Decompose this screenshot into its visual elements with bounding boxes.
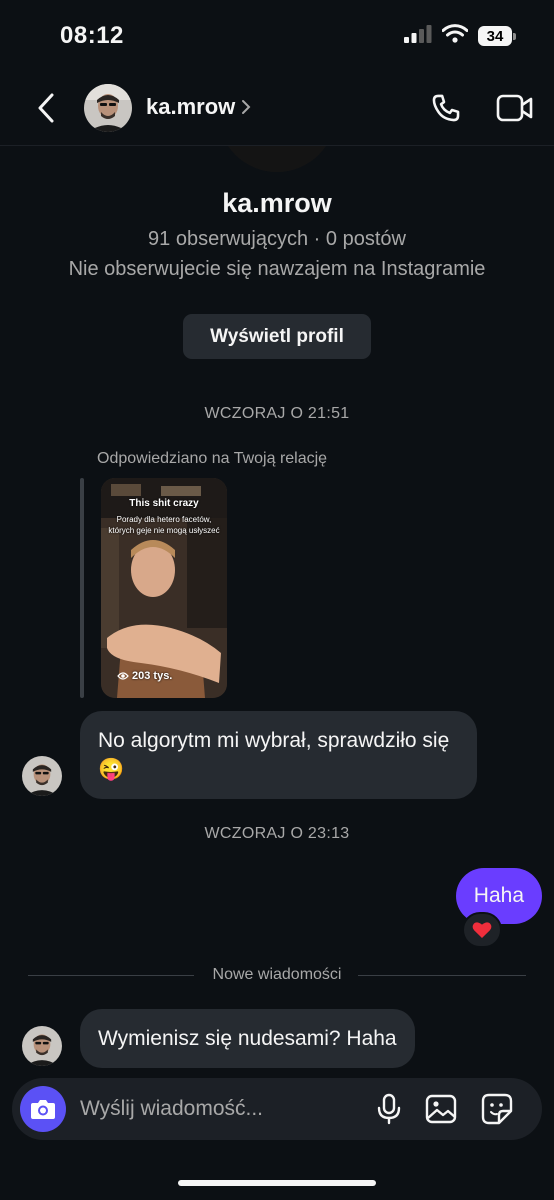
gallery-button[interactable] <box>424 1092 458 1126</box>
message-input[interactable] <box>80 1093 360 1125</box>
header-username-link[interactable]: ka.mrow <box>146 94 251 120</box>
status-time: 08:12 <box>60 22 124 49</box>
story-views: 203 tys. <box>117 670 172 682</box>
header-avatar[interactable] <box>84 84 132 132</box>
cellular-signal-icon <box>404 24 432 48</box>
story-subcaption: Porady dla hetero facetów, których geje … <box>108 515 220 535</box>
eye-icon <box>117 672 129 680</box>
battery-level: 34 <box>478 26 512 46</box>
heart-icon <box>472 922 492 938</box>
sender-avatar[interactable] <box>22 756 62 796</box>
chat-header: ka.mrow <box>0 72 554 146</box>
voice-message-button[interactable] <box>372 1092 406 1126</box>
timestamp-separator: WCZORAJ O 23:13 <box>204 825 350 842</box>
story-reply-note: Odpowiedziano na Twoją relację <box>97 450 328 467</box>
wifi-icon <box>441 24 469 48</box>
phone-icon <box>432 94 460 122</box>
home-indicator <box>178 1180 376 1186</box>
story-thumbnail[interactable]: This shit crazy Porady dla hetero facetó… <box>101 478 227 698</box>
video-camera-icon <box>496 94 533 122</box>
heart-reaction[interactable] <box>462 912 502 948</box>
incoming-message-bubble[interactable]: Wymienisz się nudesami? Haha <box>80 1009 415 1068</box>
sticker-icon <box>481 1093 513 1125</box>
status-icons: 34 <box>404 24 516 48</box>
sticker-button[interactable] <box>480 1092 514 1126</box>
incoming-message-bubble[interactable]: No algorytm mi wybrał, sprawdziło się 😜 <box>80 711 477 799</box>
timestamp-separator: WCZORAJ O 21:51 <box>204 405 350 422</box>
image-icon <box>425 1094 457 1124</box>
view-profile-button[interactable]: Wyświetl profil <box>183 314 371 359</box>
camera-button[interactable] <box>20 1086 66 1132</box>
chevron-left-icon <box>38 93 54 123</box>
microphone-icon <box>377 1093 401 1125</box>
sender-avatar[interactable] <box>22 1026 62 1066</box>
reply-indicator-bar <box>80 478 84 698</box>
follow-status: Nie obserwujecie się nawzajem na Instagr… <box>68 258 486 280</box>
audio-call-button[interactable] <box>426 88 466 128</box>
story-caption: This shit crazy <box>129 498 199 509</box>
chevron-right-icon <box>242 100 251 114</box>
header-username: ka.mrow <box>146 94 236 119</box>
camera-icon <box>31 1100 55 1119</box>
story-views-count: 203 tys. <box>132 670 173 682</box>
back-button[interactable] <box>26 88 66 128</box>
battery-icon: 34 <box>478 26 516 46</box>
message-composer <box>12 1078 542 1140</box>
profile-stats: 91 obserwujących · 0 postów <box>148 228 406 250</box>
new-messages-divider: Nowe wiadomości <box>28 966 526 986</box>
status-bar: 08:12 34 <box>0 0 554 72</box>
video-call-button[interactable] <box>494 88 536 128</box>
profile-username: ka.mrow <box>222 188 332 218</box>
